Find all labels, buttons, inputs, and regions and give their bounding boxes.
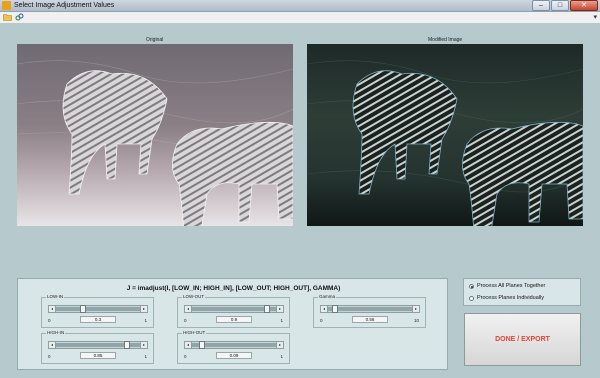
slider-right-arrow-icon[interactable]: ▸ bbox=[276, 342, 283, 348]
slider-left-arrow-icon[interactable]: ◂ bbox=[321, 306, 328, 312]
slider-thumb[interactable] bbox=[264, 305, 270, 313]
modified-image bbox=[307, 44, 583, 226]
slider-thumb[interactable] bbox=[199, 341, 206, 349]
slider-right-arrow-icon[interactable]: ▸ bbox=[412, 306, 419, 312]
process-individually-option[interactable]: Process Planes Individually bbox=[469, 294, 544, 302]
slider-min-label: 0 bbox=[48, 354, 51, 359]
gamma-value-field[interactable]: 0.56 bbox=[352, 316, 388, 323]
original-image-label: Original bbox=[146, 37, 164, 43]
slider-right-arrow-icon[interactable]: ▸ bbox=[276, 306, 283, 312]
link-icon[interactable] bbox=[15, 13, 24, 21]
slider-thumb[interactable] bbox=[124, 341, 130, 349]
high-in-value-field[interactable]: 0.85 bbox=[80, 352, 116, 359]
gamma-slider[interactable]: ◂ ▸ bbox=[320, 305, 420, 313]
window-titlebar: Select Image Adjustment Values – □ ✕ bbox=[0, 0, 600, 12]
high-out-value-field[interactable]: 0.09 bbox=[216, 352, 252, 359]
slider-right-arrow-icon[interactable]: ▸ bbox=[140, 306, 147, 312]
slider-min-label: 0 bbox=[184, 354, 187, 359]
slider-max-label: 1 bbox=[280, 318, 283, 323]
slider-left-arrow-icon[interactable]: ◂ bbox=[185, 306, 192, 312]
slider-left-arrow-icon[interactable]: ◂ bbox=[49, 306, 56, 312]
minimize-button[interactable]: – bbox=[532, 0, 550, 11]
planes-option-group: Process All Planes Together Process Plan… bbox=[463, 278, 581, 306]
slider-label: HIGH-IN bbox=[46, 330, 66, 335]
slider-left-arrow-icon[interactable]: ◂ bbox=[49, 342, 56, 348]
window-controls: – □ ✕ bbox=[532, 0, 598, 11]
window-title: Select Image Adjustment Values bbox=[14, 2, 115, 9]
close-button[interactable]: ✕ bbox=[570, 0, 598, 11]
slider-track[interactable] bbox=[56, 307, 142, 311]
slider-min-label: 0 bbox=[48, 318, 51, 323]
low-out-value-field[interactable]: 0.9 bbox=[216, 316, 252, 323]
slider-max-label: 1 bbox=[144, 318, 147, 323]
slider-right-arrow-icon[interactable]: ▸ bbox=[140, 342, 147, 348]
low-in-value-field[interactable]: 0.3 bbox=[80, 316, 116, 323]
slider-thumb[interactable] bbox=[332, 305, 339, 313]
high-out-slider-group: HIGH-OUT ◂ ▸ 0 0.09 1 bbox=[177, 330, 290, 364]
low-out-slider[interactable]: ◂ ▸ bbox=[184, 305, 284, 313]
maximize-button[interactable]: □ bbox=[551, 0, 569, 11]
imadjust-formula: J = imadjust(I, [LOW_IN; HIGH_IN], [LOW_… bbox=[126, 285, 341, 292]
done-export-button[interactable]: DONE / EXPORT bbox=[464, 313, 581, 366]
folder-icon[interactable] bbox=[3, 13, 12, 21]
low-in-slider-group: LOW-IN ◂ ▸ 0 0.3 1 bbox=[41, 294, 154, 328]
process-individually-label: Process Planes Individually bbox=[477, 295, 544, 301]
slider-label: LOW-OUT bbox=[182, 294, 206, 299]
slider-thumb[interactable] bbox=[80, 305, 86, 313]
gamma-slider-group: Gamma ◂ ▸ 0 0.56 10 bbox=[313, 294, 426, 328]
slider-label: HIGH-OUT bbox=[182, 330, 207, 335]
low-out-slider-group: LOW-OUT ◂ ▸ 0 0.9 1 bbox=[177, 294, 290, 328]
slider-left-arrow-icon[interactable]: ◂ bbox=[185, 342, 192, 348]
process-together-label: Process All Planes Together bbox=[477, 283, 546, 289]
original-image bbox=[17, 44, 293, 226]
slider-label: LOW-IN bbox=[46, 294, 65, 299]
slider-min-label: 0 bbox=[320, 318, 323, 323]
high-in-slider[interactable]: ◂ ▸ bbox=[48, 341, 148, 349]
adjustment-panel: J = imadjust(I, [LOW_IN; HIGH_IN], [LOW_… bbox=[17, 278, 448, 370]
slider-track[interactable] bbox=[328, 307, 414, 311]
matlab-app-icon bbox=[2, 1, 11, 10]
slider-max-label: 1 bbox=[144, 354, 147, 359]
radio-button[interactable] bbox=[469, 295, 474, 301]
slider-max-label: 10 bbox=[413, 318, 419, 323]
slider-min-label: 0 bbox=[184, 318, 187, 323]
low-in-slider[interactable]: ◂ ▸ bbox=[48, 305, 148, 313]
toolbar-dropdown-icon[interactable]: ▾ bbox=[593, 13, 597, 21]
high-out-slider[interactable]: ◂ ▸ bbox=[184, 341, 284, 349]
modified-image-label: Modified Image bbox=[428, 37, 463, 43]
process-together-option[interactable]: Process All Planes Together bbox=[469, 282, 545, 290]
radio-button-selected[interactable] bbox=[469, 283, 474, 289]
slider-max-label: 1 bbox=[280, 354, 283, 359]
slider-label: Gamma bbox=[318, 294, 337, 299]
high-in-slider-group: HIGH-IN ◂ ▸ 0 0.85 1 bbox=[41, 330, 154, 364]
